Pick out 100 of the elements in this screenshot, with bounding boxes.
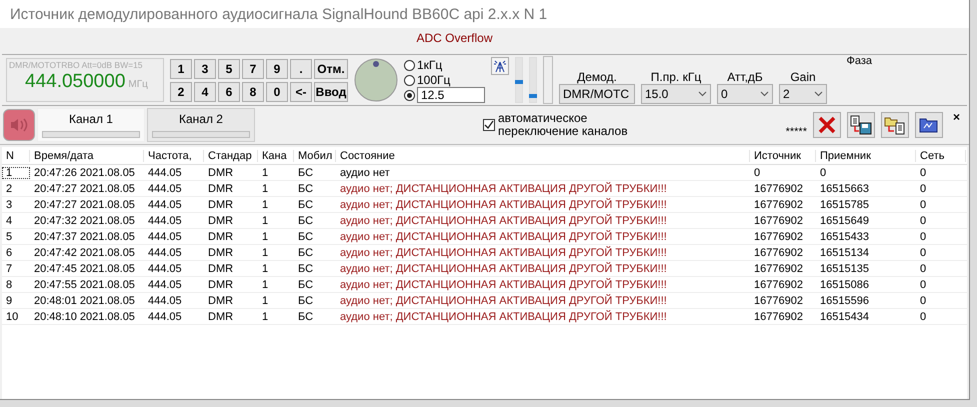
keypad-key[interactable]: . [290, 58, 312, 78]
dropdown[interactable]: DMR/MOTC [559, 84, 635, 104]
table-cell-text: 0 [819, 166, 828, 178]
table-cell-text: 20:47:26 2021.08.05 [33, 166, 136, 178]
table-cell[interactable]: 7 [2, 262, 30, 274]
radio-button[interactable] [404, 60, 415, 70]
document-floppy-icon [850, 115, 872, 135]
table-cell-text: 0 [919, 294, 928, 306]
table-cell-text: БС [297, 230, 314, 242]
table-cell-text: 444.05 [147, 278, 183, 290]
level-meter [543, 56, 553, 104]
table-cell-text: DMR [207, 214, 234, 226]
table-cell[interactable]: 9 [2, 294, 30, 306]
keypad-key[interactable]: Отм. [314, 58, 348, 78]
table-cell-text: 0 [919, 278, 928, 290]
radio-button[interactable] [404, 90, 415, 100]
column-header[interactable]: Частота, [144, 150, 204, 162]
keypad-key[interactable]: 9 [266, 58, 288, 78]
column-header[interactable]: Приемник [816, 150, 916, 162]
table-cell[interactable]: 10 [2, 310, 30, 322]
keypad-key[interactable]: 3 [194, 58, 216, 78]
antenna-button[interactable] [491, 57, 509, 75]
table-cell-text: 1 [261, 246, 270, 258]
dropdown-label: Атт,дБ [727, 70, 763, 84]
table-cell-text: DMR [207, 294, 234, 306]
delete-button[interactable] [812, 112, 841, 138]
table-cell[interactable]: 4 [2, 214, 30, 226]
column-header[interactable]: Мобил [294, 150, 336, 162]
keypad-key[interactable]: 1 [170, 58, 192, 78]
vertical-slider[interactable] [529, 57, 537, 103]
keypad-key[interactable]: Ввод [314, 82, 348, 102]
table-cell[interactable]: 1 [2, 166, 30, 178]
checkbox[interactable] [483, 119, 495, 131]
table-cell-text: 20:47:45 2021.08.05 [33, 262, 136, 274]
antenna-icon [493, 59, 507, 73]
save-button[interactable] [846, 112, 875, 138]
column-header[interactable]: Время/дата [30, 150, 144, 162]
channel-tab[interactable]: Канал 2 [147, 108, 255, 142]
table-cell[interactable]: 8 [2, 278, 30, 290]
dropdown[interactable]: 15.0 [641, 84, 711, 104]
table-cell-text: 16776902 [753, 182, 804, 194]
dropdown[interactable]: 2 [779, 84, 827, 104]
keypad-key[interactable]: <- [290, 82, 312, 102]
table-cell-text: 0 [919, 230, 928, 242]
table-cell[interactable]: 6 [2, 246, 30, 258]
table-cell-text: 444.05 [147, 182, 183, 194]
column-header[interactable]: Стандар [204, 150, 258, 162]
table-cell-text: аудио нет [339, 166, 391, 178]
keypad-key[interactable]: 8 [242, 82, 264, 102]
table-cell-text: БС [297, 214, 314, 226]
step-label: 1кГц [417, 58, 442, 72]
dropdown[interactable]: 0 [717, 84, 773, 104]
column-header[interactable]: Кана [258, 150, 294, 162]
table-cell-text: аудио нет; ДИСТАНЦИОННАЯ АКТИВАЦИЯ ДРУГОЙ ТРУБКИ!!! [339, 278, 668, 290]
open-button[interactable] [880, 112, 909, 138]
keypad-key[interactable]: 7 [242, 58, 264, 78]
table-cell-text: 1 [261, 198, 270, 210]
table-cell-text: 1 [261, 182, 270, 194]
table-cell-text: DMR [207, 278, 234, 290]
folder-document-icon [884, 115, 906, 135]
column-header[interactable]: N [2, 150, 30, 162]
table-cell-text: БС [297, 246, 314, 258]
column-header[interactable]: Источник [750, 150, 816, 162]
table-cell-text: DMR [207, 198, 234, 210]
keypad-key[interactable]: 6 [218, 82, 240, 102]
table-cell-text: 0 [919, 182, 928, 194]
column-header[interactable]: Состояние [336, 150, 750, 162]
phase-label: Фаза [846, 55, 872, 67]
dropdown-label: Демод. [577, 70, 617, 84]
table-cell[interactable]: 2 [2, 182, 30, 194]
table-cell-text: 20:47:55 2021.08.05 [33, 278, 136, 290]
keypad-key[interactable]: 4 [194, 82, 216, 102]
radio-button[interactable] [404, 74, 415, 86]
table-cell[interactable]: 5 [2, 230, 30, 242]
speaker-icon [9, 117, 29, 133]
table-cell-text: аудио нет; ДИСТАНЦИОННАЯ АКТИВАЦИЯ ДРУГОЙ ТРУБКИ!!! [339, 198, 668, 210]
column-header[interactable]: Сеть [916, 150, 966, 162]
channel-tab[interactable]: Канал 1 [37, 108, 145, 142]
table-cell-text: 16776902 [753, 198, 804, 210]
table-cell-text: 0 [919, 246, 928, 258]
folder-button[interactable] [914, 112, 943, 138]
table-cell-text: БС [297, 310, 314, 322]
keypad-key[interactable]: 0 [266, 82, 288, 102]
keypad-key[interactable]: 2 [170, 82, 192, 102]
step-input-field[interactable]: 12.5 [417, 87, 485, 103]
checkbox-label: автоматическое переключение каналов [498, 112, 628, 138]
table-cell-text: 444.05 [147, 214, 183, 226]
table-cell-text: 0 [919, 262, 928, 274]
table-cell-text: аудио нет; ДИСТАНЦИОННАЯ АКТИВАЦИЯ ДРУГОЙ ТРУБКИ!!! [339, 230, 668, 242]
chevron-icon [814, 91, 823, 97]
table-cell-text: 16515433 [819, 230, 870, 242]
table-cell-text: аудио нет; ДИСТАНЦИОННАЯ АКТИВАЦИЯ ДРУГОЙ ТРУБКИ!!! [339, 262, 668, 274]
table-cell-text: 444.05 [147, 262, 183, 274]
vertical-slider[interactable] [515, 57, 523, 103]
table-cell-text: DMR [207, 182, 234, 194]
keypad-key[interactable]: 5 [218, 58, 240, 78]
speaker-button[interactable] [3, 109, 35, 141]
table-cell[interactable]: 3 [2, 198, 30, 210]
close-icon[interactable]: × [952, 110, 960, 124]
table-cell-text: 1 [261, 214, 270, 226]
